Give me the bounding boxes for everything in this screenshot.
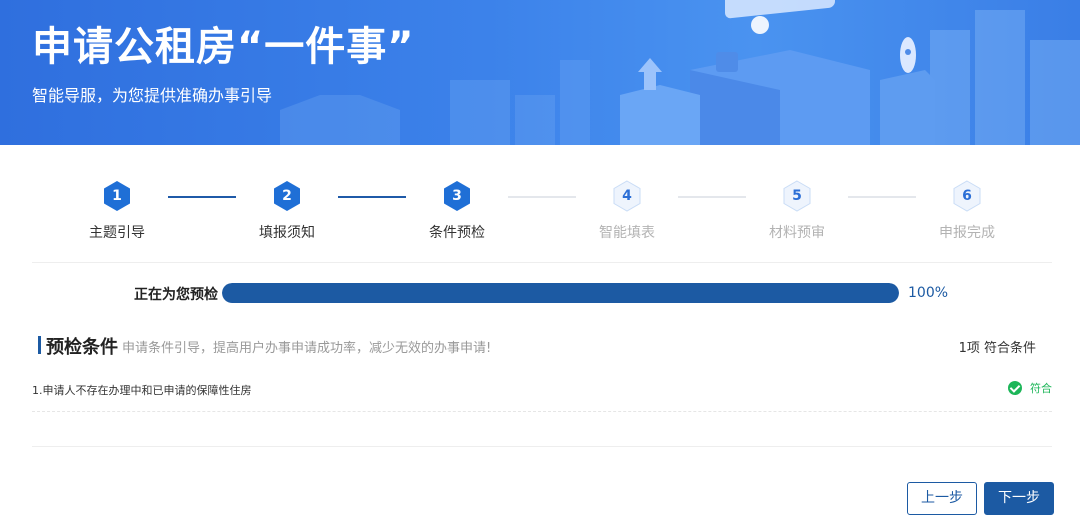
step-2-hexagon-icon: 2: [271, 180, 303, 212]
progress-percent: 100%: [908, 285, 949, 301]
step-3-label: 条件预检: [429, 225, 485, 241]
step-4-hexagon-icon: 4: [611, 180, 643, 212]
step-3-hexagon-icon: 3: [441, 180, 473, 212]
step-connector: [848, 196, 916, 198]
condition-text: 1.申请人不存在办理中和已申请的保障性住房: [32, 384, 252, 397]
check-circle-icon: [1008, 381, 1022, 395]
step-1: 1 主题引导: [57, 180, 177, 242]
divider: [32, 262, 1052, 263]
section-description: 申请条件引导，提高用户办事申请成功率，减少无效的办事申请!: [122, 341, 492, 356]
step-3: 3 条件预检: [397, 180, 517, 242]
condition-count: 1项 符合条件: [958, 341, 1036, 356]
step-connector: [678, 196, 746, 198]
progress-label: 正在为您预检: [134, 287, 218, 303]
condition-status-text: 符合: [1030, 382, 1052, 395]
next-step-button[interactable]: 下一步: [984, 482, 1054, 515]
divider: [32, 446, 1052, 447]
page-subtitle: 智能导服，为您提供准确办事引导: [32, 86, 273, 105]
header-banner: 申请公租房“一件事” 智能导服，为您提供准确办事引导: [0, 0, 1080, 145]
step-connector: [508, 196, 576, 198]
condition-row: 1.申请人不存在办理中和已申请的保障性住房 符合: [32, 372, 1052, 412]
step-6: 6 申报完成: [907, 180, 1027, 242]
step-6-label: 申报完成: [939, 225, 995, 241]
step-4: 4 智能填表: [567, 180, 687, 242]
progress-bar: [222, 283, 899, 303]
step-1-hexagon-icon: 1: [101, 180, 133, 212]
step-4-label: 智能填表: [599, 225, 655, 241]
section-accent-bar: [38, 336, 41, 354]
step-5: 5 材料预审: [737, 180, 857, 242]
step-1-label: 主题引导: [89, 225, 145, 241]
step-5-hexagon-icon: 5: [781, 180, 813, 212]
page-title: 申请公租房“一件事”: [32, 24, 415, 70]
condition-status: 符合: [1008, 380, 1052, 396]
process-stepper: 1 主题引导 2 填报须知 3 条件预检 4 智能填表 5 材料预审 6 申报完…: [32, 180, 1052, 250]
step-connector: [338, 196, 406, 198]
step-connector: [168, 196, 236, 198]
previous-step-button[interactable]: 上一步: [907, 482, 977, 515]
step-2: 2 填报须知: [227, 180, 347, 242]
section-title: 预检条件: [46, 337, 118, 358]
progress-bar-fill: [222, 283, 899, 303]
step-2-label: 填报须知: [259, 225, 315, 241]
step-6-hexagon-icon: 6: [951, 180, 983, 212]
step-5-label: 材料预审: [769, 225, 825, 241]
